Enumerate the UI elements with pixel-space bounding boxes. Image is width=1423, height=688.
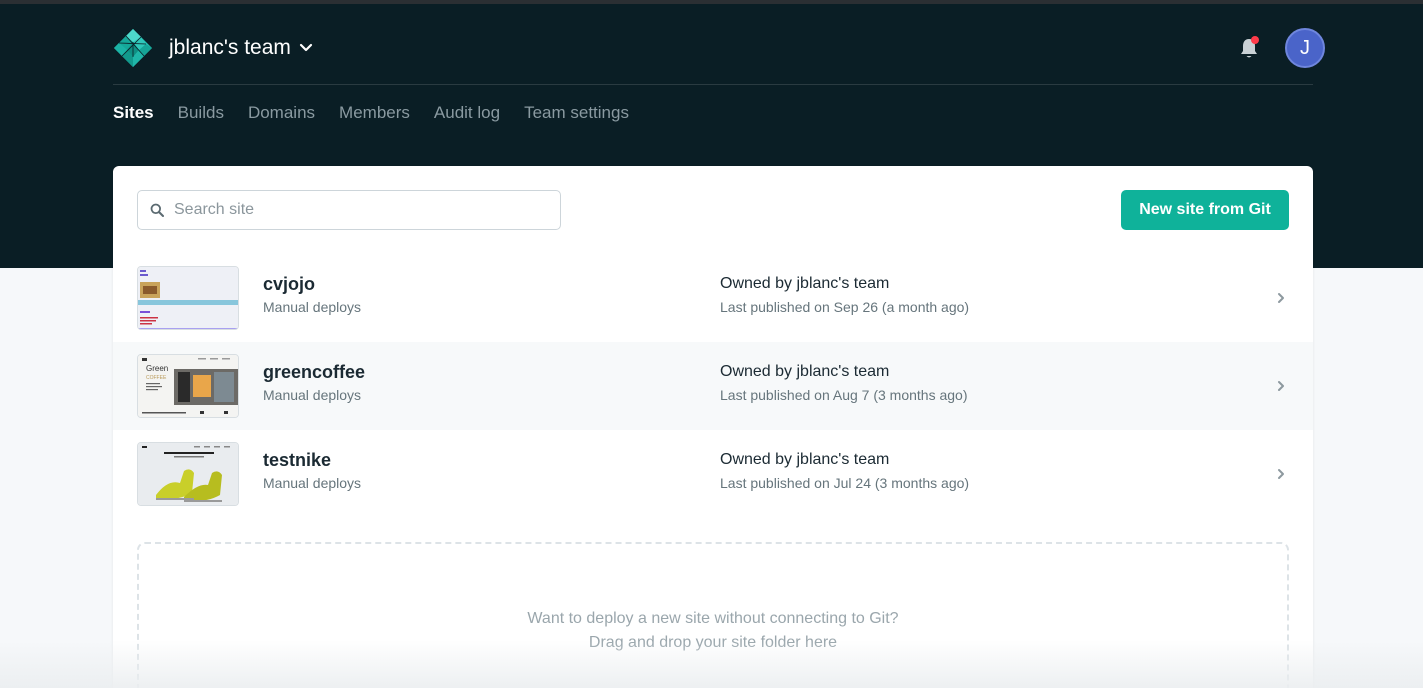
site-thumbnail-cvjojo [137,266,239,330]
chevron-right-icon [1278,293,1284,303]
tab-domains[interactable]: Domains [248,103,315,123]
site-thumbnail-testnike [137,442,239,506]
site-deploy-type: Manual deploys [263,475,362,491]
search-box[interactable] [137,190,561,230]
site-thumbnail-greencoffee: Green COFFEE [137,354,239,418]
svg-text:COFFEE: COFFEE [146,375,167,381]
site-owner: Owned by jblanc's team [720,275,889,293]
site-deploy-type: Manual deploys [263,387,362,403]
owner-prefix: Owned by [720,451,793,468]
sites-card: New site from Git cvjojo Manual deploys … [113,166,1313,688]
owner-name: jblanc's team [796,363,890,380]
netlify-logo-icon [114,29,152,67]
site-row-greencoffee[interactable]: Green COFFEE greencoffee Manual deploys … [113,342,1313,430]
header-divider [113,84,1313,85]
user-avatar[interactable]: J [1285,28,1325,68]
notification-dot [1251,36,1259,44]
avatar-initial: J [1300,36,1310,59]
tab-audit-log[interactable]: Audit log [434,103,500,123]
site-last-published: Last published on Aug 7 (3 months ago) [720,387,968,403]
search-icon [150,203,164,217]
dropzone-prompt: Want to deploy a new site without connec… [527,610,899,627]
tab-team-settings[interactable]: Team settings [524,103,629,123]
chevron-right-icon [1278,469,1284,479]
site-row-testnike[interactable]: testnike Manual deploys Owned by jblanc'… [113,430,1313,518]
owner-name: jblanc's team [796,275,890,292]
site-name: testnike [263,450,332,470]
owner-prefix: Owned by [720,363,793,380]
chevron-down-icon [299,43,313,52]
site-owner: Owned by jblanc's team [720,363,889,381]
search-input[interactable] [174,201,554,219]
site-name: greencoffee [263,362,366,382]
site-name: cvjojo [263,274,316,294]
tab-builds[interactable]: Builds [178,103,224,123]
new-site-from-git-button[interactable]: New site from Git [1121,190,1289,230]
team-name-dropdown[interactable]: jblanc's team [169,36,313,60]
site-deploy-type: Manual deploys [263,299,362,315]
owner-prefix: Owned by [720,275,793,292]
drag-drop-deploy-zone[interactable]: Want to deploy a new site without connec… [137,542,1289,688]
site-owner: Owned by jblanc's team [720,451,889,469]
team-name-label: jblanc's team [169,36,291,59]
team-nav: Sites Builds Domains Members Audit log T… [113,103,629,123]
tab-sites[interactable]: Sites [113,103,154,123]
dropzone-instruction: Drag and drop your site folder here [588,634,838,651]
site-row-cvjojo[interactable]: cvjojo Manual deploys Owned by jblanc's … [113,254,1313,342]
site-last-published: Last published on Jul 24 (3 months ago) [720,475,970,491]
svg-text:Green: Green [146,364,168,373]
team-switcher[interactable]: jblanc's team [113,27,313,69]
owner-name: jblanc's team [796,451,890,468]
site-last-published: Last published on Sep 26 (a month ago) [720,299,970,315]
chevron-right-icon [1278,381,1284,391]
tab-members[interactable]: Members [339,103,410,123]
